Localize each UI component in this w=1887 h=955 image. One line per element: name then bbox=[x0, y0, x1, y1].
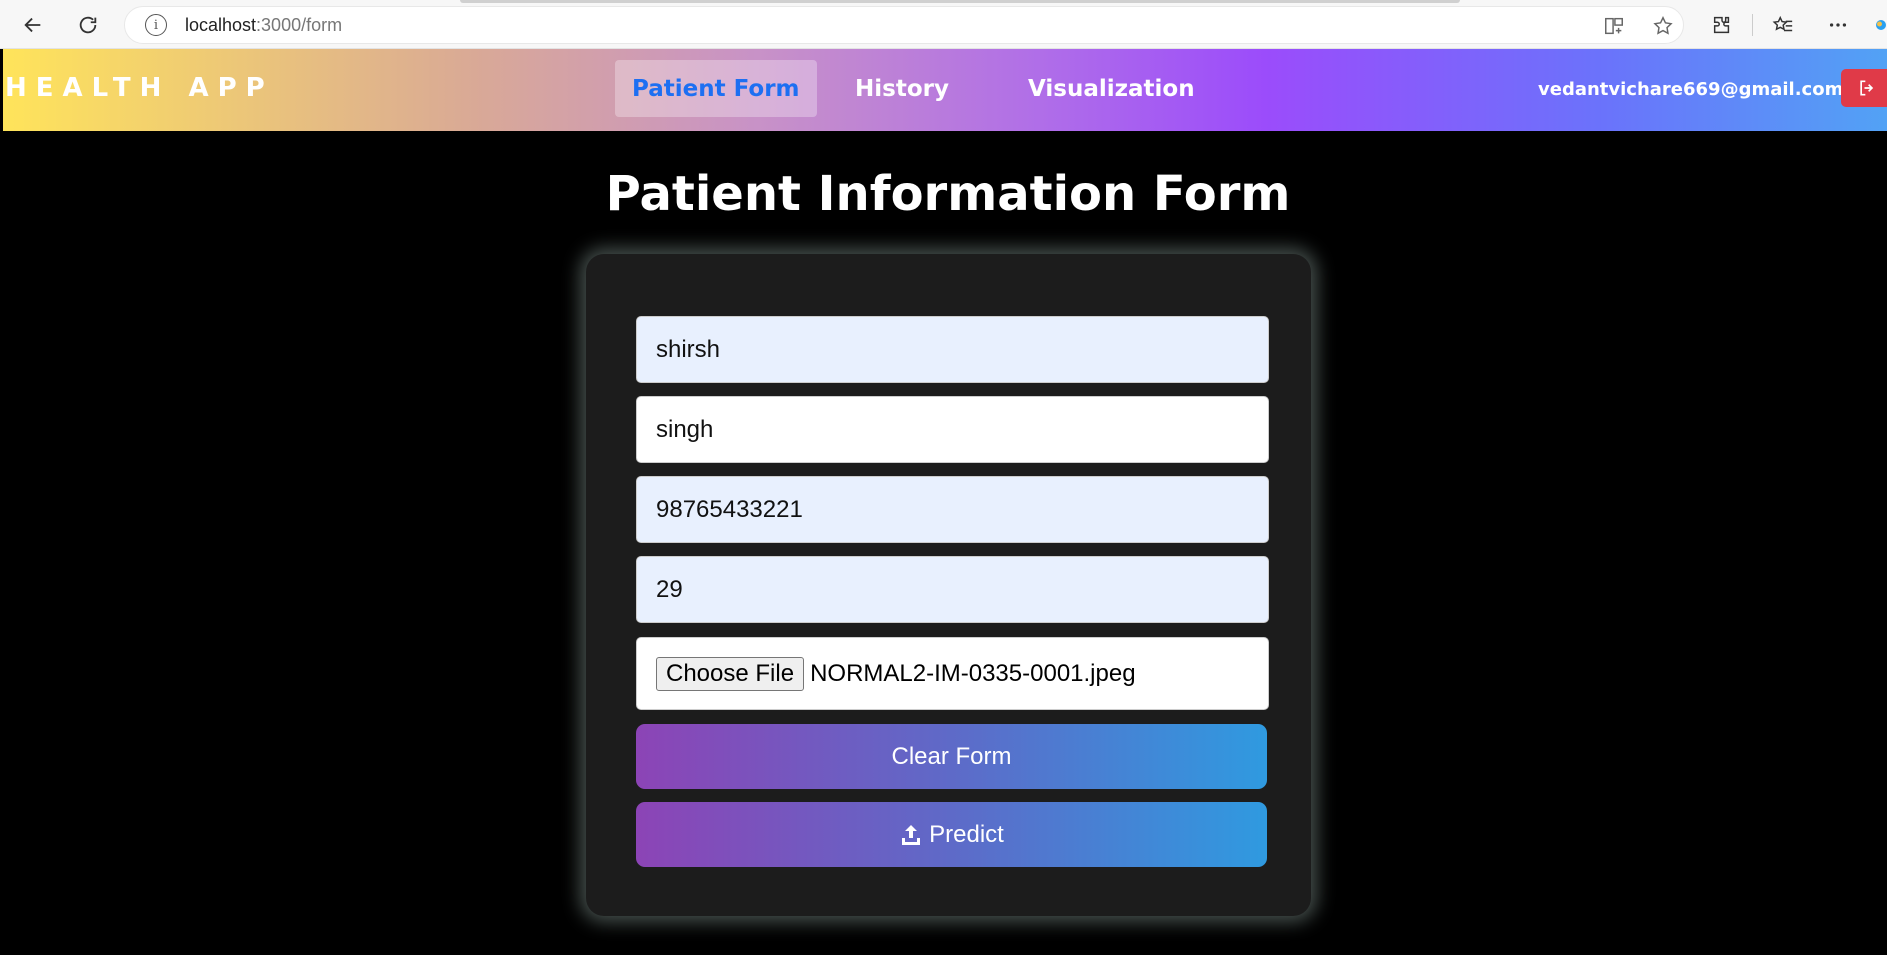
address-bar[interactable]: i localhost:3000/form bbox=[124, 6, 1684, 44]
tab-strip-edge bbox=[460, 0, 1460, 3]
predict-button[interactable]: Predict bbox=[636, 802, 1267, 867]
page-title: Patient Information Form bbox=[605, 166, 1291, 222]
star-icon[interactable] bbox=[1652, 15, 1674, 37]
reload-icon[interactable] bbox=[73, 10, 103, 40]
logout-button[interactable] bbox=[1841, 69, 1887, 107]
favorites-icon[interactable] bbox=[1770, 12, 1796, 38]
first-name-input[interactable] bbox=[636, 316, 1269, 383]
browser-toolbar: i localhost:3000/form bbox=[0, 0, 1887, 49]
split-screen-icon[interactable] bbox=[1603, 15, 1625, 37]
extensions-icon[interactable] bbox=[1709, 12, 1735, 38]
app-navbar: HEALTH APP Patient Form History Visualiz… bbox=[3, 49, 1887, 131]
last-name-input[interactable] bbox=[636, 396, 1269, 463]
nav-visualization[interactable]: Visualization bbox=[1011, 60, 1212, 117]
upload-icon bbox=[902, 824, 921, 845]
url-text[interactable]: localhost:3000/form bbox=[185, 15, 342, 36]
toolbar-divider bbox=[1752, 14, 1753, 36]
clear-form-label: Clear Form bbox=[891, 742, 1012, 770]
age-input[interactable] bbox=[636, 556, 1269, 623]
nav-history[interactable]: History bbox=[838, 60, 966, 117]
more-options-icon[interactable] bbox=[1825, 12, 1851, 38]
selected-file-name: NORMAL2-IM-0335-0001.jpeg bbox=[810, 659, 1136, 687]
copilot-icon[interactable] bbox=[1875, 12, 1887, 38]
patient-form-card: Choose File NORMAL2-IM-0335-0001.jpeg Cl… bbox=[586, 254, 1311, 916]
back-arrow-icon[interactable] bbox=[18, 10, 48, 40]
phone-input[interactable] bbox=[636, 476, 1269, 543]
predict-label: Predict bbox=[929, 820, 1004, 848]
choose-file-button[interactable]: Choose File bbox=[656, 656, 805, 691]
info-icon[interactable]: i bbox=[145, 14, 167, 36]
nav-patient-form[interactable]: Patient Form bbox=[615, 60, 817, 117]
brand-logo[interactable]: HEALTH APP bbox=[5, 73, 274, 103]
clear-form-button[interactable]: Clear Form bbox=[636, 724, 1267, 789]
logout-icon bbox=[1860, 80, 1874, 96]
file-upload-field[interactable]: Choose File NORMAL2-IM-0335-0001.jpeg bbox=[636, 637, 1269, 710]
user-email: vedantvichare669@gmail.com bbox=[1538, 79, 1844, 100]
